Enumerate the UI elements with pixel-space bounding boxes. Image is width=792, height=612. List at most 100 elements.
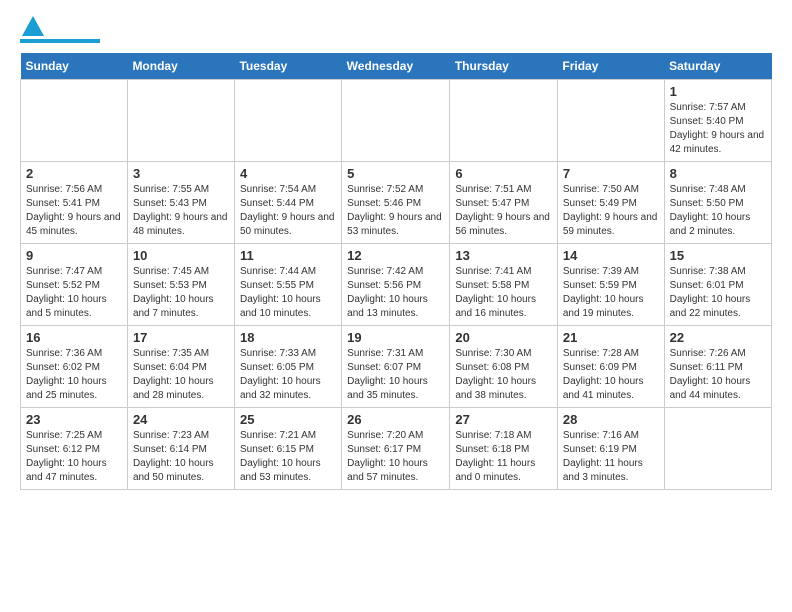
day-info: Sunrise: 7:35 AM Sunset: 6:04 PM Dayligh… — [133, 347, 229, 403]
day-info: Sunrise: 7:26 AM Sunset: 6:11 PM Dayligh… — [670, 347, 766, 403]
calendar-cell — [342, 80, 450, 162]
week-row-1: 1 Sunrise: 7:57 AM Sunset: 5:40 PM Daylig… — [21, 80, 772, 162]
calendar-cell: 15 Sunrise: 7:38 AM Sunset: 6:01 PM Dayli… — [664, 244, 771, 326]
day-number: 25 — [240, 412, 336, 427]
day-number: 2 — [26, 166, 122, 181]
day-number: 14 — [563, 248, 659, 263]
day-number: 4 — [240, 166, 336, 181]
day-info: Sunrise: 7:41 AM Sunset: 5:58 PM Dayligh… — [455, 265, 552, 321]
calendar-cell: 19 Sunrise: 7:31 AM Sunset: 6:07 PM Dayli… — [342, 326, 450, 408]
day-number: 5 — [347, 166, 444, 181]
day-number: 26 — [347, 412, 444, 427]
calendar-cell: 24 Sunrise: 7:23 AM Sunset: 6:14 PM Dayli… — [127, 408, 234, 490]
calendar-cell: 3 Sunrise: 7:55 AM Sunset: 5:43 PM Daylig… — [127, 162, 234, 244]
col-header-monday: Monday — [127, 53, 234, 80]
day-number: 7 — [563, 166, 659, 181]
day-number: 3 — [133, 166, 229, 181]
day-number: 23 — [26, 412, 122, 427]
calendar-cell: 11 Sunrise: 7:44 AM Sunset: 5:55 PM Dayli… — [234, 244, 341, 326]
day-info: Sunrise: 7:56 AM Sunset: 5:41 PM Dayligh… — [26, 183, 122, 239]
day-number: 16 — [26, 330, 122, 345]
calendar-cell — [127, 80, 234, 162]
week-row-5: 23 Sunrise: 7:25 AM Sunset: 6:12 PM Dayli… — [21, 408, 772, 490]
calendar-cell: 6 Sunrise: 7:51 AM Sunset: 5:47 PM Daylig… — [450, 162, 558, 244]
col-header-sunday: Sunday — [21, 53, 128, 80]
day-number: 19 — [347, 330, 444, 345]
day-info: Sunrise: 7:23 AM Sunset: 6:14 PM Dayligh… — [133, 429, 229, 485]
calendar-cell: 14 Sunrise: 7:39 AM Sunset: 5:59 PM Dayli… — [557, 244, 664, 326]
day-number: 6 — [455, 166, 552, 181]
calendar-cell: 1 Sunrise: 7:57 AM Sunset: 5:40 PM Daylig… — [664, 80, 771, 162]
col-header-tuesday: Tuesday — [234, 53, 341, 80]
calendar-cell: 17 Sunrise: 7:35 AM Sunset: 6:04 PM Dayli… — [127, 326, 234, 408]
day-number: 11 — [240, 248, 336, 263]
logo — [20, 20, 100, 43]
day-info: Sunrise: 7:45 AM Sunset: 5:53 PM Dayligh… — [133, 265, 229, 321]
day-number: 15 — [670, 248, 766, 263]
calendar-cell: 8Sunrise: 7:48 AM Sunset: 5:50 PM Daylig… — [664, 162, 771, 244]
day-info: Sunrise: 7:52 AM Sunset: 5:46 PM Dayligh… — [347, 183, 444, 239]
day-number: 22 — [670, 330, 766, 345]
calendar-table: SundayMondayTuesdayWednesdayThursdayFrid… — [20, 53, 772, 490]
day-number: 17 — [133, 330, 229, 345]
calendar-cell: 22 Sunrise: 7:26 AM Sunset: 6:11 PM Dayli… — [664, 326, 771, 408]
col-header-thursday: Thursday — [450, 53, 558, 80]
calendar-cell: 7 Sunrise: 7:50 AM Sunset: 5:49 PM Daylig… — [557, 162, 664, 244]
calendar-cell: 27Sunrise: 7:18 AM Sunset: 6:18 PM Dayli… — [450, 408, 558, 490]
calendar-header-row: SundayMondayTuesdayWednesdayThursdayFrid… — [21, 53, 772, 80]
day-info: Sunrise: 7:48 AM Sunset: 5:50 PM Dayligh… — [670, 183, 766, 239]
day-info: Sunrise: 7:16 AM Sunset: 6:19 PM Dayligh… — [563, 429, 659, 485]
day-info: Sunrise: 7:39 AM Sunset: 5:59 PM Dayligh… — [563, 265, 659, 321]
day-number: 12 — [347, 248, 444, 263]
col-header-friday: Friday — [557, 53, 664, 80]
logo-icon — [22, 16, 44, 36]
day-info: Sunrise: 7:20 AM Sunset: 6:17 PM Dayligh… — [347, 429, 444, 485]
day-number: 13 — [455, 248, 552, 263]
calendar-cell: 9 Sunrise: 7:47 AM Sunset: 5:52 PM Daylig… — [21, 244, 128, 326]
calendar-cell — [664, 408, 771, 490]
calendar-cell: 26 Sunrise: 7:20 AM Sunset: 6:17 PM Dayli… — [342, 408, 450, 490]
day-info: Sunrise: 7:18 AM Sunset: 6:18 PM Dayligh… — [455, 429, 552, 485]
day-info: Sunrise: 7:28 AM Sunset: 6:09 PM Dayligh… — [563, 347, 659, 403]
day-info: Sunrise: 7:57 AM Sunset: 5:40 PM Dayligh… — [670, 101, 766, 157]
day-info: Sunrise: 7:55 AM Sunset: 5:43 PM Dayligh… — [133, 183, 229, 239]
day-info: Sunrise: 7:54 AM Sunset: 5:44 PM Dayligh… — [240, 183, 336, 239]
col-header-saturday: Saturday — [664, 53, 771, 80]
day-number: 9 — [26, 248, 122, 263]
day-info: Sunrise: 7:42 AM Sunset: 5:56 PM Dayligh… — [347, 265, 444, 321]
day-number: 28 — [563, 412, 659, 427]
day-info: Sunrise: 7:30 AM Sunset: 6:08 PM Dayligh… — [455, 347, 552, 403]
day-number: 20 — [455, 330, 552, 345]
day-info: Sunrise: 7:21 AM Sunset: 6:15 PM Dayligh… — [240, 429, 336, 485]
day-info: Sunrise: 7:31 AM Sunset: 6:07 PM Dayligh… — [347, 347, 444, 403]
calendar-cell: 10 Sunrise: 7:45 AM Sunset: 5:53 PM Dayli… — [127, 244, 234, 326]
day-info: Sunrise: 7:38 AM Sunset: 6:01 PM Dayligh… — [670, 265, 766, 321]
calendar-cell: 25 Sunrise: 7:21 AM Sunset: 6:15 PM Dayli… — [234, 408, 341, 490]
calendar-cell: 4 Sunrise: 7:54 AM Sunset: 5:44 PM Daylig… — [234, 162, 341, 244]
week-row-4: 16Sunrise: 7:36 AM Sunset: 6:02 PM Dayli… — [21, 326, 772, 408]
calendar-cell: 2 Sunrise: 7:56 AM Sunset: 5:41 PM Daylig… — [21, 162, 128, 244]
calendar-cell: 12 Sunrise: 7:42 AM Sunset: 5:56 PM Dayli… — [342, 244, 450, 326]
logo-underline — [20, 39, 100, 43]
week-row-2: 2 Sunrise: 7:56 AM Sunset: 5:41 PM Daylig… — [21, 162, 772, 244]
day-number: 24 — [133, 412, 229, 427]
day-info: Sunrise: 7:51 AM Sunset: 5:47 PM Dayligh… — [455, 183, 552, 239]
calendar-cell: 16Sunrise: 7:36 AM Sunset: 6:02 PM Dayli… — [21, 326, 128, 408]
calendar-cell: 13 Sunrise: 7:41 AM Sunset: 5:58 PM Dayli… — [450, 244, 558, 326]
calendar-cell — [450, 80, 558, 162]
day-number: 10 — [133, 248, 229, 263]
day-info: Sunrise: 7:47 AM Sunset: 5:52 PM Dayligh… — [26, 265, 122, 321]
calendar-cell: 28 Sunrise: 7:16 AM Sunset: 6:19 PM Dayli… — [557, 408, 664, 490]
calendar-cell: 20 Sunrise: 7:30 AM Sunset: 6:08 PM Dayli… — [450, 326, 558, 408]
calendar-cell: 18Sunrise: 7:33 AM Sunset: 6:05 PM Dayli… — [234, 326, 341, 408]
day-info: Sunrise: 7:25 AM Sunset: 6:12 PM Dayligh… — [26, 429, 122, 485]
week-row-3: 9 Sunrise: 7:47 AM Sunset: 5:52 PM Daylig… — [21, 244, 772, 326]
calendar-cell — [234, 80, 341, 162]
calendar-cell: 21Sunrise: 7:28 AM Sunset: 6:09 PM Dayli… — [557, 326, 664, 408]
calendar-cell — [21, 80, 128, 162]
day-info: Sunrise: 7:50 AM Sunset: 5:49 PM Dayligh… — [563, 183, 659, 239]
calendar-cell — [557, 80, 664, 162]
day-number: 1 — [670, 84, 766, 99]
page-header — [20, 20, 772, 43]
day-info: Sunrise: 7:44 AM Sunset: 5:55 PM Dayligh… — [240, 265, 336, 321]
